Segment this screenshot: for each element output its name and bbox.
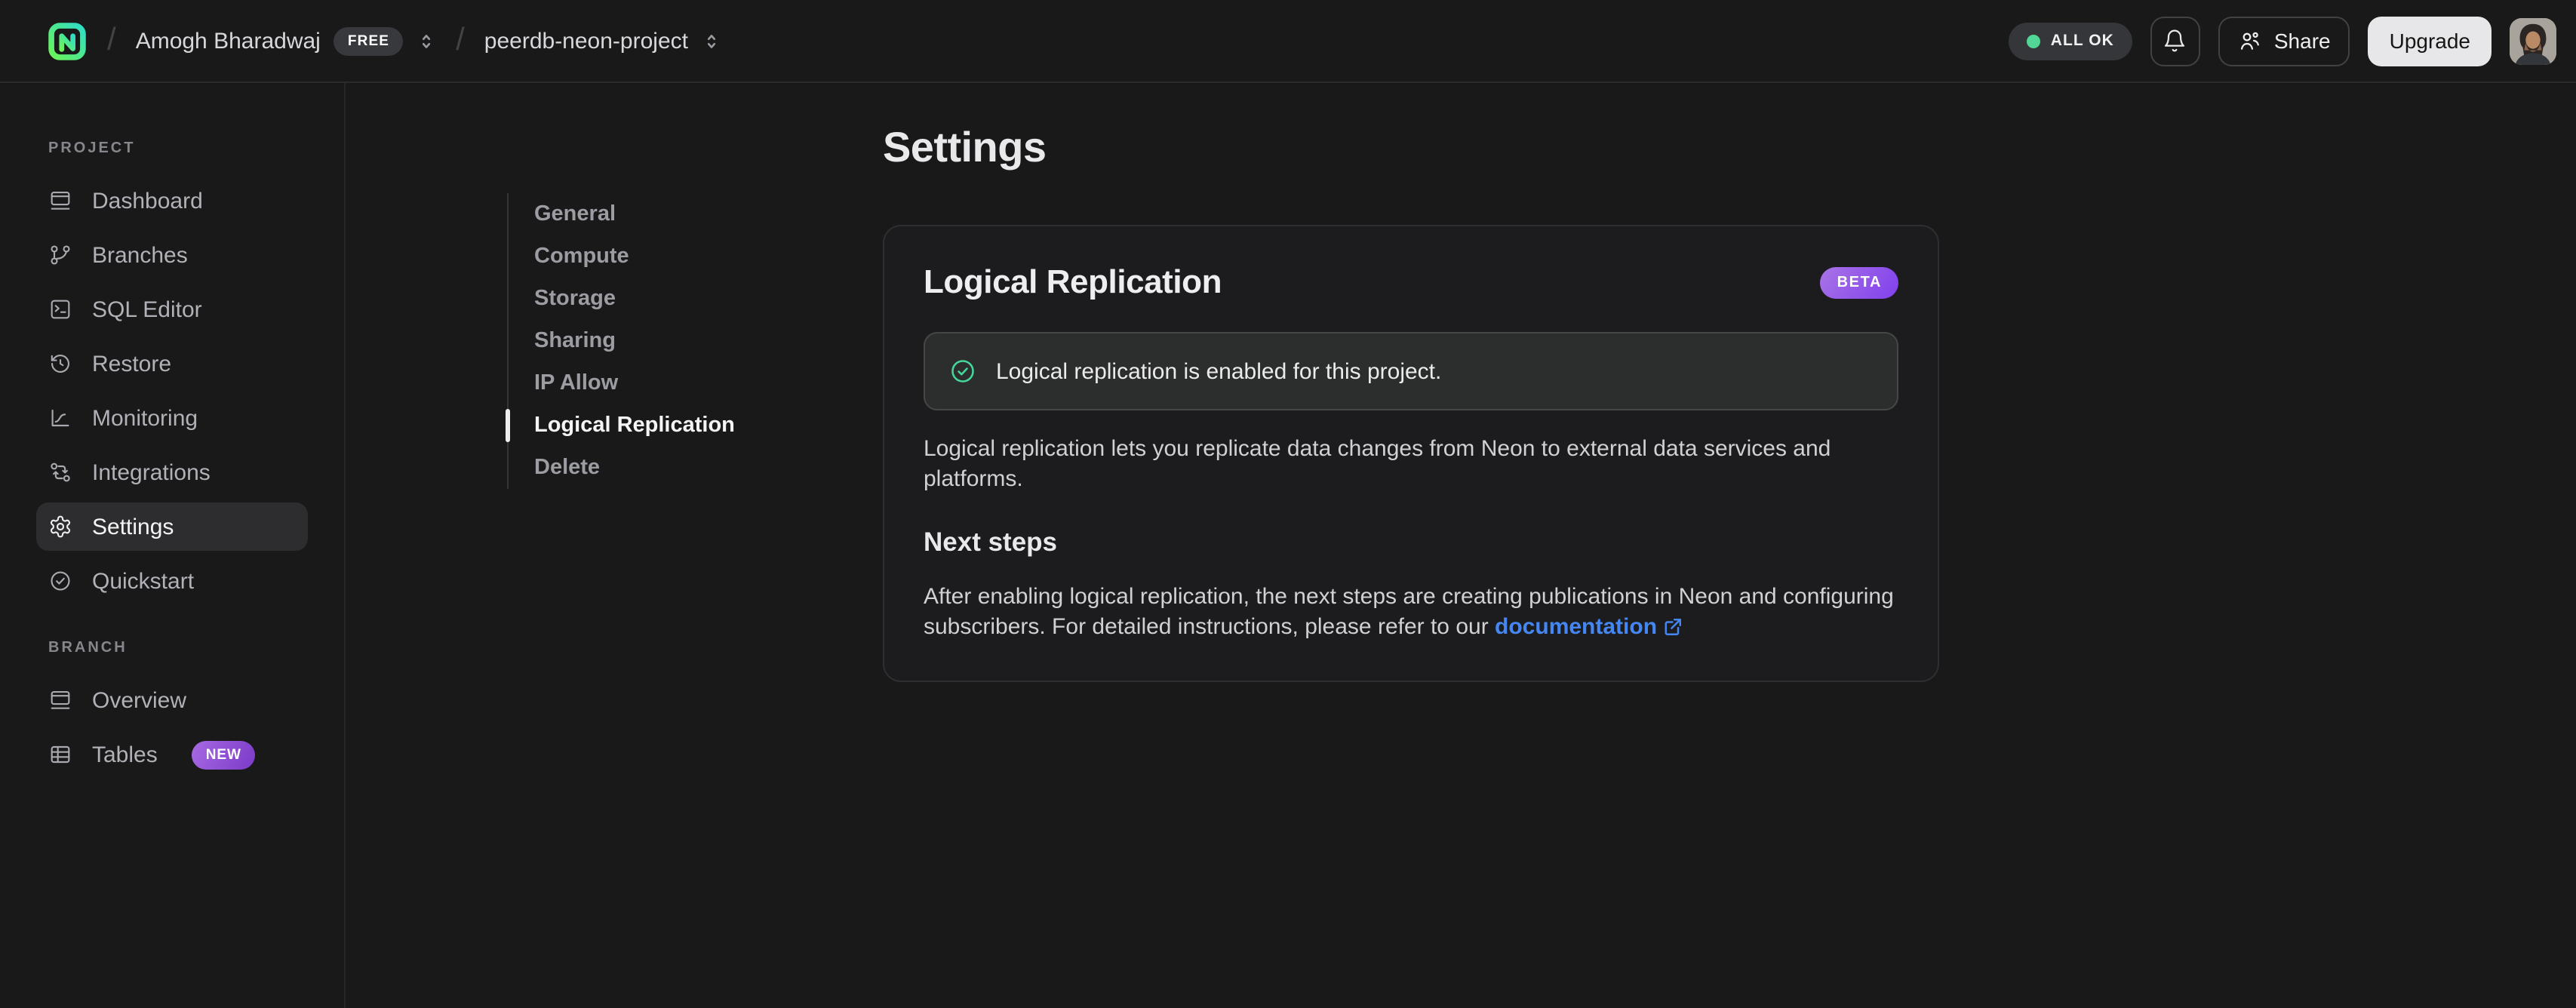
project-switcher[interactable]: peerdb-neon-project (484, 28, 721, 54)
dashboard-icon (48, 189, 72, 213)
sidebar-item-label: Integrations (92, 459, 211, 485)
sidebar-item-label: Branches (92, 242, 188, 268)
project-name: peerdb-neon-project (484, 28, 688, 54)
sidebar-item-overview[interactable]: Overview (36, 676, 308, 724)
sidebar-item-label: Restore (92, 351, 172, 376)
success-banner: Logical replication is enabled for this … (924, 332, 1898, 410)
sidebar-item-restore[interactable]: Restore (36, 340, 308, 388)
subnav-item-logical-replication[interactable]: Logical Replication (506, 404, 735, 447)
status-label: ALL OK (2050, 32, 2114, 50)
terminal-square-icon (48, 297, 72, 321)
user-avatar[interactable] (2510, 17, 2556, 64)
next-steps-heading: Next steps (924, 527, 1058, 557)
notifications-button[interactable] (2150, 16, 2200, 66)
new-badge: NEW (192, 740, 255, 769)
subnav-item-storage[interactable]: Storage (509, 278, 735, 320)
sidebar-section-label-branch: BRANCH (48, 640, 128, 656)
breadcrumb-separator: / (107, 23, 116, 57)
success-banner-text: Logical replication is enabled for this … (996, 358, 1442, 384)
users-icon (2238, 29, 2262, 53)
logical-replication-card: Logical Replication BETA Logical replica… (883, 225, 1939, 682)
status-badge[interactable]: ALL OK (2008, 22, 2132, 60)
chart-line-icon (48, 406, 72, 430)
card-header: Logical Replication BETA (924, 263, 1898, 302)
top-bar: / Amogh Bharadwaj FREE / peerdb-neon-pro… (0, 0, 2576, 83)
description-paragraph: Logical replication lets you replicate d… (924, 436, 1831, 491)
subnav-item-general[interactable]: General (509, 193, 735, 235)
table-icon (48, 742, 72, 767)
next-steps-paragraph: After enabling logical replication, the … (924, 582, 1898, 641)
subnav-item-ip-allow[interactable]: IP Allow (509, 362, 735, 404)
sidebar-item-label: Overview (92, 687, 187, 713)
sidebar-item-settings[interactable]: Settings (36, 502, 308, 551)
plan-badge: FREE (334, 26, 404, 55)
org-name: Amogh Bharadwaj (135, 28, 321, 54)
card-title: Logical Replication (924, 263, 1222, 300)
sidebar-item-sql-editor[interactable]: SQL Editor (36, 285, 308, 333)
share-button[interactable]: Share (2218, 16, 2350, 66)
sidebar-item-label: SQL Editor (92, 297, 202, 322)
breadcrumb: / Amogh Bharadwaj FREE / peerdb-neon-pro… (47, 20, 721, 61)
breadcrumb-separator: / (456, 23, 465, 57)
sidebar-item-label: Quickstart (92, 568, 195, 594)
chevron-updown-icon (417, 31, 436, 51)
sidebar: PROJECT Dashboard Branches SQL Editor Re… (0, 83, 346, 1008)
external-link-icon (1663, 616, 1683, 636)
documentation-link[interactable]: documentation (1495, 613, 1657, 639)
subnav-item-delete[interactable]: Delete (509, 447, 735, 489)
sidebar-item-dashboard[interactable]: Dashboard (36, 177, 308, 225)
sidebar-item-label: Dashboard (92, 188, 203, 214)
check-circle-icon (48, 569, 72, 593)
success-check-icon (949, 358, 976, 385)
subnav-item-sharing[interactable]: Sharing (509, 320, 735, 362)
sidebar-branch-items: Overview Tables NEW (48, 676, 296, 779)
sidebar-item-integrations[interactable]: Integrations (36, 448, 308, 496)
org-switcher[interactable]: Amogh Bharadwaj FREE (136, 26, 436, 55)
sidebar-item-label: Monitoring (92, 405, 198, 431)
workflow-sync-icon (48, 460, 72, 484)
share-label: Share (2273, 29, 2331, 53)
subnav-item-compute[interactable]: Compute (509, 235, 735, 278)
neon-console: / Amogh Bharadwaj FREE / peerdb-neon-pro… (0, 0, 2576, 1008)
sidebar-item-monitoring[interactable]: Monitoring (36, 394, 308, 442)
sidebar-section-label-project: PROJECT (48, 140, 136, 157)
browser-window-icon (48, 688, 72, 712)
history-icon (48, 352, 72, 376)
gear-icon (48, 515, 72, 539)
next-steps-text: After enabling logical replication, the … (924, 584, 1894, 639)
upgrade-button[interactable]: Upgrade (2368, 16, 2491, 66)
status-dot-icon (2026, 34, 2040, 48)
sidebar-item-label: Settings (92, 514, 174, 539)
sidebar-item-branches[interactable]: Branches (36, 231, 308, 279)
git-branch-icon (48, 243, 72, 267)
page-title: Settings (883, 124, 1047, 171)
sidebar-item-label: Tables (92, 742, 158, 767)
neon-logo-icon[interactable] (47, 20, 88, 61)
chevron-updown-icon (702, 31, 721, 51)
beta-badge: BETA (1820, 266, 1898, 298)
sidebar-item-quickstart[interactable]: Quickstart (36, 557, 308, 605)
upgrade-label: Upgrade (2389, 29, 2470, 53)
sidebar-project-items: Dashboard Branches SQL Editor Restore Mo… (36, 177, 308, 605)
settings-subnav: General Compute Storage Sharing IP Allow… (506, 193, 735, 489)
top-bar-actions: ALL OK Share Upgrade (2008, 16, 2556, 66)
bell-icon (2163, 29, 2187, 53)
sidebar-item-tables[interactable]: Tables NEW (36, 730, 308, 779)
